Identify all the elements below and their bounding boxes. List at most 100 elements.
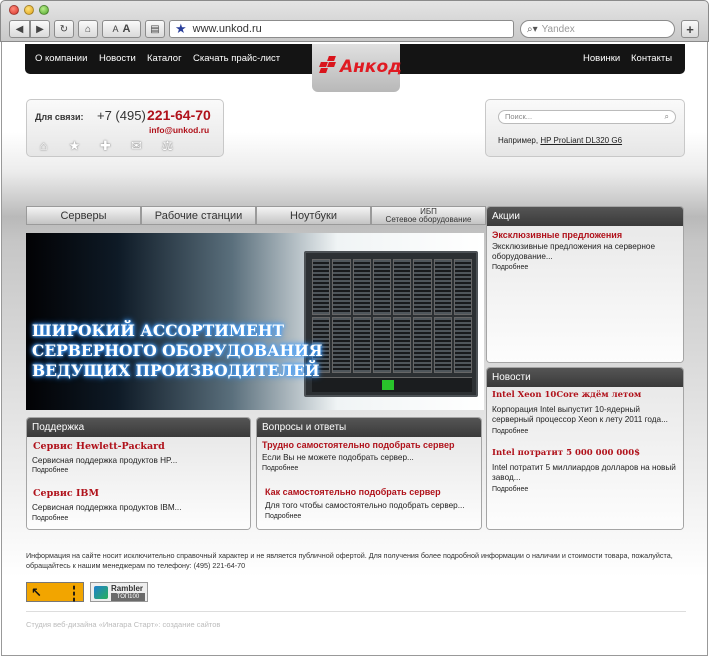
- tab-ups-network[interactable]: ИБП Сетевое оборудование: [371, 206, 486, 225]
- home-icon[interactable]: ⌂: [35, 138, 52, 153]
- nav-link-news[interactable]: Новости: [99, 53, 136, 64]
- site-logo[interactable]: Анкод: [312, 44, 402, 92]
- print-button[interactable]: ▤: [145, 20, 165, 38]
- forward-button[interactable]: ▶: [30, 20, 50, 38]
- contact-block: Для связи: +7 (495) 221-64-70 info@unkod…: [26, 99, 224, 157]
- phone-number: 221-64-70: [147, 107, 211, 123]
- text-size-buttons[interactable]: A A: [102, 20, 141, 38]
- new-tab-button[interactable]: +: [681, 20, 699, 38]
- back-arrow-icon: ◀: [15, 23, 24, 35]
- plus-icon[interactable]: ✚: [97, 138, 114, 153]
- qa-item-1-more[interactable]: Подробнее: [262, 465, 298, 472]
- page: О компании Новости Каталог Скачать прайс…: [1, 42, 708, 656]
- promo-more-link[interactable]: Подробнее: [492, 264, 528, 271]
- banner-line-2: СЕРВЕРНОГО ОБОРУДОВАНИЯ: [32, 341, 323, 360]
- counter-bars-icon: ▮▮▮: [71, 585, 77, 603]
- support-item-1-text: Сервисная поддержка продуктов HP...: [32, 456, 178, 465]
- phone-prefix: +7 (495): [97, 108, 146, 123]
- footer-divider: [26, 611, 686, 612]
- nav-link-catalog[interactable]: Каталог: [147, 53, 182, 64]
- disclaimer-text: Информация на сайте носит исключительно …: [26, 551, 673, 570]
- scales-icon[interactable]: ⚖: [159, 138, 176, 153]
- tab-network-label: Сетевое оборудование: [385, 214, 472, 224]
- address-bar[interactable]: ★ www.unkod.ru: [169, 20, 514, 38]
- promotions-title: Акции: [487, 207, 683, 226]
- news-item-2-text: Intel потратит 5 миллиардов долларов на …: [492, 463, 676, 482]
- news-panel: Новости Intel Xeon 10Core ждём летом Кор…: [486, 367, 684, 530]
- home-icon: ⌂: [84, 23, 92, 35]
- banner-headline: ШИРОКИЙ АССОРТИМЕНТ СЕРВЕРНОГО ОБОРУДОВА…: [32, 321, 323, 381]
- news-item-2-more[interactable]: Подробнее: [492, 486, 528, 493]
- news-item-1-more[interactable]: Подробнее: [492, 428, 528, 435]
- browser-home-button[interactable]: ⌂: [78, 20, 98, 38]
- support-item-2-more[interactable]: Подробнее: [32, 515, 68, 522]
- support-item-2-title[interactable]: Сервис IBM: [33, 488, 99, 499]
- news-item-1-text: Корпорация Intel выпустит 10-ядерный сер…: [492, 405, 668, 424]
- news-item-2-title[interactable]: Intel потратит 5 000 000 000$: [492, 448, 640, 458]
- site-search-placeholder: Поиск...: [505, 112, 533, 121]
- site-search-block: Поиск... ⌕ Например, HP ProLiant DL320 G…: [485, 99, 685, 157]
- studio-credit-link[interactable]: Студия веб-дизайна «Инагара Старт»: созд…: [26, 620, 220, 629]
- top100-label: ТОП100: [111, 593, 145, 601]
- url-text: www.unkod.ru: [192, 23, 262, 35]
- news-title: Новости: [487, 368, 683, 387]
- news-item-1-title[interactable]: Intel Xeon 10Core ждём летом: [492, 390, 641, 400]
- category-tabs: Серверы Рабочие станции Ноутбуки ИБП Сет…: [26, 206, 486, 225]
- qa-item-2-text: Для того чтобы самостоятельно подобрать …: [265, 501, 465, 510]
- banner-line-1: ШИРОКИЙ АССОРТИМЕНТ: [32, 321, 285, 340]
- arrow-icon: ↖: [31, 585, 42, 600]
- browser-search-field[interactable]: ⌕▾ Yandex: [520, 20, 675, 38]
- promo-banner[interactable]: ШИРОКИЙ АССОРТИМЕНТ СЕРВЕРНОГО ОБОРУДОВА…: [26, 233, 484, 410]
- yandex-counter-badge[interactable]: ↖ ▮▮▮: [26, 582, 84, 603]
- back-button[interactable]: ◀: [9, 20, 30, 38]
- search-example-link[interactable]: HP ProLiant DL320 G6: [540, 136, 622, 145]
- zoom-window-button[interactable]: [39, 5, 49, 15]
- qa-title: Вопросы и ответы: [257, 418, 481, 437]
- star-icon[interactable]: ★: [66, 138, 83, 153]
- server-rack-image: [304, 251, 478, 397]
- banner-line-3: ВЕДУЩИХ ПРОИЗВОДИТЕЛЕЙ: [32, 361, 320, 380]
- window-controls: [9, 5, 49, 15]
- search-icon[interactable]: ⌕: [665, 111, 669, 123]
- support-title: Поддержка: [27, 418, 250, 437]
- qa-panel: Вопросы и ответы Трудно самостоятельно п…: [256, 417, 482, 530]
- qa-item-2-more[interactable]: Подробнее: [265, 513, 301, 520]
- qa-item-1-title[interactable]: Трудно самостоятельно подобрать сервер: [262, 440, 454, 450]
- site-search-input[interactable]: Поиск... ⌕: [498, 110, 676, 124]
- support-item-1-more[interactable]: Подробнее: [32, 467, 68, 474]
- browser-search-placeholder: Yandex: [541, 23, 575, 35]
- nav-link-price-list[interactable]: Скачать прайс-лист: [193, 53, 280, 64]
- logo-text: Анкод: [340, 57, 402, 77]
- support-item-2-text: Сервисная поддержка продуктов IBM...: [32, 503, 182, 512]
- reload-button[interactable]: ↻: [54, 20, 74, 38]
- mail-icon[interactable]: ✉: [128, 138, 145, 153]
- qa-item-1-text: Если Вы не можете подобрать сервер...: [262, 453, 414, 462]
- quick-icons: ⌂ ★ ✚ ✉ ⚖: [35, 138, 176, 154]
- search-example: Например, HP ProLiant DL320 G6: [498, 136, 622, 145]
- tab-servers[interactable]: Серверы: [26, 206, 141, 225]
- tab-laptops[interactable]: Ноутбуки: [256, 206, 371, 225]
- nav-link-new-items[interactable]: Новинки: [583, 53, 620, 64]
- contact-label: Для связи:: [35, 112, 84, 122]
- rambler-top100-badge[interactable]: Rambler ТОП100: [90, 582, 148, 602]
- support-item-1-title[interactable]: Сервис Hewlett-Packard: [33, 441, 165, 452]
- promo-item-title[interactable]: Эксклюзивные предложения: [492, 230, 622, 240]
- promo-item-text: Эксклюзивные предложения на серверное об…: [492, 242, 656, 261]
- tab-workstations[interactable]: Рабочие станции: [141, 206, 256, 225]
- qa-item-2-title[interactable]: Как самостоятельно подобрать сервер: [265, 487, 441, 497]
- close-window-button[interactable]: [9, 5, 19, 15]
- reload-icon: ↻: [59, 23, 69, 35]
- nav-link-contacts[interactable]: Контакты: [631, 53, 672, 64]
- rambler-label: Rambler: [111, 584, 144, 593]
- rambler-logo-icon: [94, 586, 108, 599]
- search-icon: ⌕▾: [527, 23, 538, 35]
- nav-link-about[interactable]: О компании: [35, 53, 87, 64]
- plus-icon: +: [686, 21, 694, 37]
- text-smaller-label[interactable]: A: [113, 24, 119, 34]
- text-larger-label[interactable]: A: [123, 23, 131, 35]
- minimize-window-button[interactable]: [24, 5, 34, 15]
- search-example-label: Например,: [498, 136, 539, 145]
- email-link[interactable]: info@unkod.ru: [149, 125, 209, 135]
- printer-icon: ▤: [150, 23, 160, 35]
- bookmark-star-icon[interactable]: ★: [175, 21, 187, 37]
